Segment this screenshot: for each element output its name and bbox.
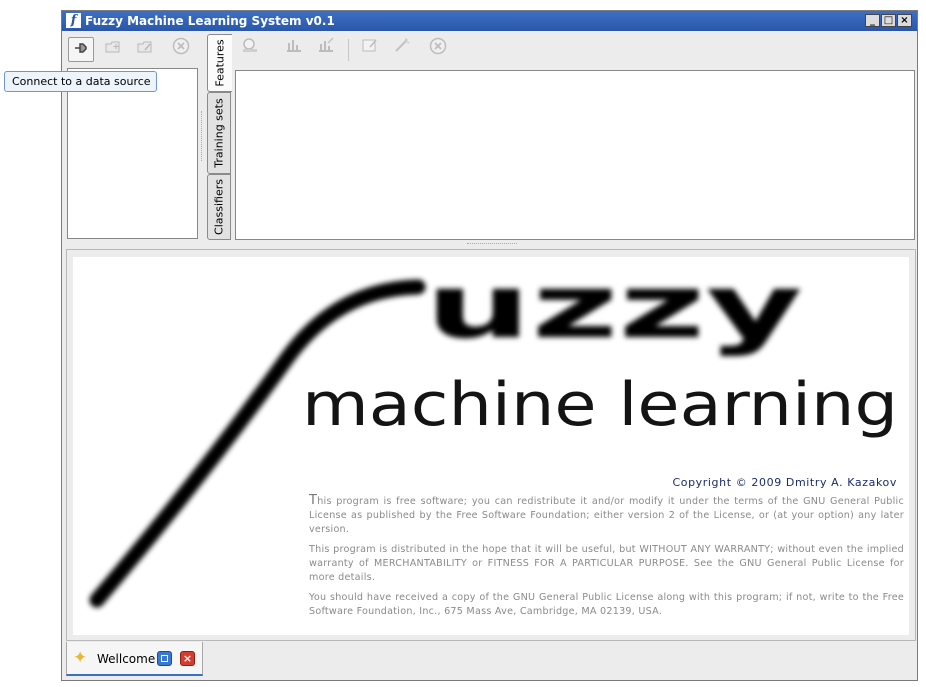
toolbar-separator	[348, 39, 349, 61]
minimize-button[interactable]: _	[865, 14, 880, 27]
tab-classifiers-label: Classifiers	[212, 179, 226, 235]
license-dropcap: T	[309, 493, 318, 508]
license-paragraph-3: You should have received a copy of the G…	[309, 592, 904, 617]
logo-big-text: uzzy	[425, 257, 803, 358]
plug-icon	[73, 41, 89, 59]
fuzzy-logo-icon: f	[66, 13, 81, 28]
logo-subtitle: machine learning	[302, 370, 898, 440]
tab-wellcome-label: Wellcome	[97, 652, 156, 666]
tab-training-sets[interactable]: Training sets	[207, 92, 231, 174]
connect-button[interactable]	[68, 37, 94, 62]
side-tab-bar: Features Training sets Classifiers	[207, 34, 232, 240]
splash-panel: uzzy machine learning Copyright © 2009 D…	[73, 257, 909, 635]
welcome-page: uzzy machine learning Copyright © 2009 D…	[66, 249, 916, 641]
remove-feature-button[interactable]	[425, 37, 451, 62]
chart-edit-icon	[317, 37, 335, 57]
tab-close-button[interactable]: ×	[180, 651, 195, 666]
edit-folder-icon	[137, 40, 153, 58]
license-paragraph-1: This program is free software; you can r…	[309, 494, 904, 537]
tab-classifiers[interactable]: Classifiers	[207, 174, 231, 240]
edit-button[interactable]	[132, 37, 158, 62]
left-toolbar	[66, 34, 198, 64]
features-panel[interactable]	[235, 70, 915, 240]
edit-feature-button[interactable]	[313, 37, 339, 62]
window-title: Fuzzy Machine Learning System v0.1	[85, 14, 335, 28]
chart-add-icon	[285, 40, 303, 57]
new-button[interactable]	[100, 37, 126, 62]
new-folder-icon	[105, 40, 121, 58]
search-icon	[241, 38, 259, 57]
license-paragraph-2: This program is distributed in the hope …	[309, 544, 904, 583]
tab-features[interactable]: Features	[207, 34, 232, 92]
horizontal-splitter[interactable]	[467, 243, 517, 247]
tab-features-label: Features	[213, 39, 227, 87]
add-feature-button[interactable]	[281, 37, 307, 62]
copyright-text: Copyright © 2009 Dmitry A. Kazakov	[672, 476, 897, 489]
find-feature-button[interactable]	[237, 37, 263, 62]
tab-restore-button[interactable]	[157, 651, 172, 666]
tab-training-sets-label: Training sets	[212, 98, 226, 168]
feature-document-button[interactable]	[357, 37, 383, 62]
maximize-button[interactable]: □	[881, 14, 896, 27]
tooltip: Connect to a data source	[4, 71, 157, 92]
document-tab-bar: ✦ Wellcome ×	[66, 642, 916, 678]
vertical-splitter[interactable]	[201, 111, 205, 161]
star-icon: ✦	[73, 648, 88, 668]
close-button[interactable]: ×	[897, 14, 912, 27]
remove-button[interactable]	[168, 37, 194, 62]
remove-icon	[429, 37, 447, 59]
license-paragraph-1-text: his program is free software; you can re…	[309, 496, 904, 535]
features-toolbar	[235, 34, 915, 68]
data-source-list[interactable]	[67, 68, 198, 239]
wand-icon	[393, 38, 411, 57]
title-bar[interactable]: f Fuzzy Machine Learning System v0.1 _ □…	[62, 11, 917, 31]
tab-wellcome[interactable]: ✦ Wellcome ×	[66, 642, 203, 676]
remove-icon	[172, 37, 190, 59]
main-window: f Fuzzy Machine Learning System v0.1 _ □…	[61, 10, 918, 681]
document-icon	[361, 39, 379, 57]
feature-wand-button[interactable]	[389, 37, 415, 62]
